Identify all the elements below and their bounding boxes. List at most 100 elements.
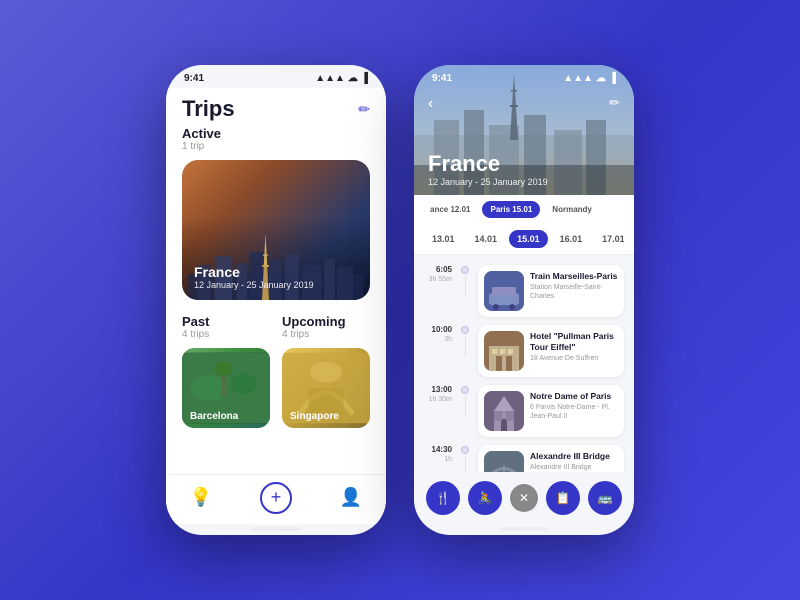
train-time: 6:05 [424, 265, 452, 275]
hotel-thumb [484, 331, 524, 371]
itin-item-train: 6:05 3h 55m Train Mars [414, 261, 634, 321]
seg-tab-normandy[interactable]: Normandy [544, 201, 600, 218]
hotel-dur: 3h [424, 336, 452, 343]
train-name: Train Marseilles-Paris [530, 271, 618, 282]
notredame-thumb [484, 391, 524, 431]
hotel-dot [461, 326, 469, 334]
singapore-card[interactable]: Singapore [282, 348, 370, 428]
hotel-card[interactable]: Hotel "Pullman Paris Tour Eiffel" 18 Ave… [478, 325, 624, 377]
status-bar-detail: 9:41 ▲▲▲ ☁ ▐ [414, 65, 634, 88]
itin-item-notredame: 13:00 1h 30m [414, 381, 634, 441]
notredame-dot [461, 386, 469, 394]
action-bus-btn[interactable]: 🚌 [588, 481, 622, 515]
bridge-thumb-svg [484, 451, 524, 472]
trips-inner: Trips ✏ Active 1 trip [166, 88, 386, 474]
action-doc-btn[interactable]: 📋 [546, 481, 580, 515]
day-tab-16[interactable]: 16.01 [552, 230, 591, 248]
time-detail: 9:41 [432, 73, 452, 84]
train-thumb [484, 271, 524, 311]
itin-item-bridge: 14:30 1h [414, 441, 634, 472]
status-bar-trips: 9:41 ▲▲▲ ☁ ▐ [166, 65, 386, 88]
hero-section: 9:41 ▲▲▲ ☁ ▐ [414, 65, 634, 195]
wifi-icon-2: ☁ [596, 73, 606, 84]
bridge-name: Alexandre III Bridge [530, 451, 618, 462]
country-name: France [428, 151, 548, 177]
nav-add-button[interactable]: + [260, 482, 292, 514]
past-upcoming-row: Past 4 trips [182, 314, 370, 428]
home-indicator-1 [251, 527, 301, 531]
notredame-dur: 1h 30m [424, 396, 452, 403]
hotel-thumb-svg [484, 331, 524, 371]
active-count: 1 trip [182, 141, 370, 152]
active-trip-name: France [194, 264, 314, 280]
notredame-sub: 6 Parvis Notre-Dame - Pl. Jean-Paul II [530, 403, 618, 421]
active-trip-card[interactable]: France 12 January - 25 January 2019 [182, 160, 370, 300]
hotel-info: Hotel "Pullman Paris Tour Eiffel" 18 Ave… [530, 331, 618, 371]
segment-tabs: ance 12.01 Paris 15.01 Normandy [414, 195, 634, 222]
trips-content: Trips ✏ Active 1 trip [166, 88, 386, 524]
train-time-col: 6:05 3h 55m [424, 265, 452, 283]
day-tab-14[interactable]: 14.01 [467, 230, 506, 248]
train-icon-col [458, 265, 472, 296]
bridge-thumb [484, 451, 524, 472]
train-thumb-svg [484, 271, 524, 311]
home-indicator-2 [499, 527, 549, 531]
notredame-card[interactable]: Notre Dame of Paris 6 Parvis Notre-Dame … [478, 385, 624, 437]
bridge-card[interactable]: Alexandre III Bridge Alexandre III Bridg… [478, 445, 624, 472]
hero-date-range: 12 January - 25 January 2019 [428, 177, 548, 187]
nav-profile-icon[interactable]: 👤 [340, 487, 362, 508]
action-restaurant-btn[interactable]: 🍴 [426, 481, 460, 515]
day-tab-15[interactable]: 15.01 [509, 230, 548, 248]
bridge-dur: 1h [424, 456, 452, 463]
wifi-icon: ☁ [348, 73, 358, 84]
notredame-icon-col [458, 385, 472, 416]
notredame-name: Notre Dame of Paris [530, 391, 618, 402]
bottom-nav-trips: 💡 + 👤 [166, 474, 386, 524]
itin-item-hotel: 10:00 3h [414, 321, 634, 381]
hotel-time-col: 10:00 3h [424, 325, 452, 343]
barcelona-card[interactable]: Barcelona [182, 348, 270, 428]
bridge-sub: Alexandre III Bridge [530, 463, 618, 472]
hotel-line [465, 336, 466, 356]
singapore-label: Singapore [290, 411, 339, 422]
edit-trips-icon[interactable]: ✏ [358, 101, 370, 118]
upcoming-count: 4 trips [282, 329, 370, 340]
active-trip-dates: 12 January - 25 January 2019 [194, 280, 314, 290]
nav-explore-icon[interactable]: 💡 [190, 487, 212, 508]
barcelona-label: Barcelona [190, 411, 238, 422]
seg-tab-france[interactable]: ance 12.01 [422, 201, 478, 218]
bridge-line [465, 456, 466, 472]
day-tab-13[interactable]: 13.01 [424, 230, 463, 248]
battery-icon-2: ▐ [609, 73, 616, 84]
day-tabs: 13.01 14.01 15.01 16.01 17.01 [424, 230, 624, 248]
phone-detail: 9:41 ▲▲▲ ☁ ▐ [414, 65, 634, 535]
past-count: 4 trips [182, 329, 270, 340]
active-label: Active [182, 126, 370, 141]
time-trips: 9:41 [184, 73, 204, 84]
action-bar: 🍴 🚴 ✕ 📋 🚌 [414, 472, 634, 524]
notredame-time-col: 13:00 1h 30m [424, 385, 452, 403]
hotel-name: Hotel "Pullman Paris Tour Eiffel" [530, 331, 618, 353]
past-col: Past 4 trips [182, 314, 270, 428]
bridge-icon-col [458, 445, 472, 472]
hotel-time: 10:00 [424, 325, 452, 335]
train-dur: 3h 55m [424, 276, 452, 283]
active-trip-label: France 12 January - 25 January 2019 [194, 264, 314, 290]
hero-title: France 12 January - 25 January 2019 [428, 151, 548, 187]
upcoming-col: Upcoming 4 trips Singapore [282, 314, 370, 428]
action-bike-btn[interactable]: 🚴 [468, 481, 502, 515]
itinerary-list: 6:05 3h 55m Train Mars [414, 255, 634, 472]
back-icon[interactable]: ‹ [428, 95, 433, 113]
bridge-time: 14:30 [424, 445, 452, 455]
hero-edit-icon[interactable]: ✏ [609, 95, 620, 111]
train-card[interactable]: Train Marseilles-Paris Station Marseille… [478, 265, 624, 317]
status-icons-detail: ▲▲▲ ☁ ▐ [563, 73, 616, 84]
train-line [465, 276, 466, 296]
action-close-btn[interactable]: ✕ [510, 484, 538, 512]
signal-icon: ▲▲▲ [315, 73, 345, 84]
trips-header: Trips ✏ [182, 96, 370, 122]
seg-tab-paris[interactable]: Paris 15.01 [482, 201, 540, 218]
day-tab-17[interactable]: 17.01 [594, 230, 624, 248]
notredame-thumb-svg [484, 391, 524, 431]
day-tabs-outer: 13.01 14.01 15.01 16.01 17.01 [414, 222, 634, 255]
